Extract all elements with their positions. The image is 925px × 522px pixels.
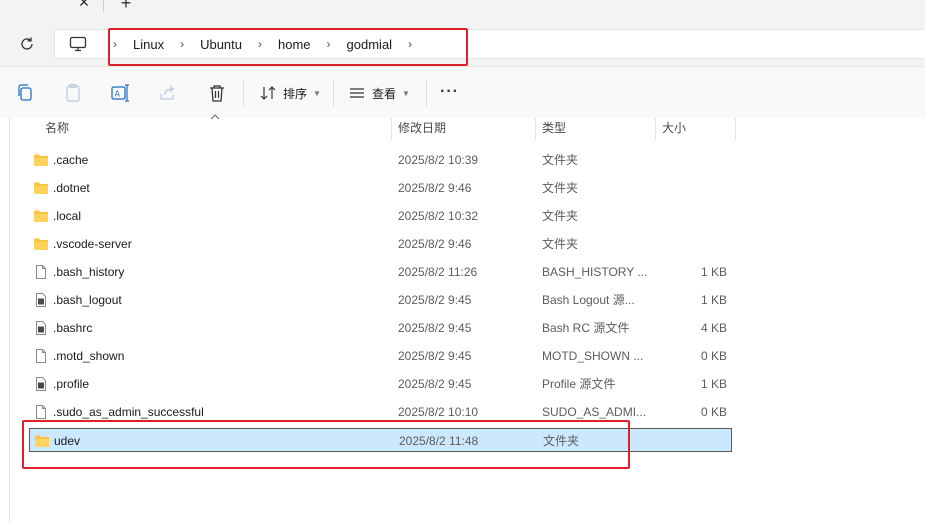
column-header-type[interactable]: 类型 xyxy=(542,118,566,140)
column-header-size[interactable]: 大小 xyxy=(662,118,686,140)
toolbar-divider xyxy=(243,79,244,107)
file-size: 0 KB xyxy=(700,405,727,419)
table-row[interactable]: .bashrc 2025/8/2 9:45 Bash RC 源文件 4 KB xyxy=(29,316,732,340)
file-modified-date: 2025/8/2 10:39 xyxy=(398,153,479,167)
file-name: .cache xyxy=(53,153,89,167)
file-modified-date: 2025/8/2 11:26 xyxy=(398,265,478,279)
file-modified-date: 2025/8/2 9:46 xyxy=(398,237,472,251)
file-size: 1 KB xyxy=(700,293,727,307)
file-type: 文件夹 xyxy=(542,153,579,167)
copy-icon[interactable] xyxy=(13,81,37,105)
file-size: 1 KB xyxy=(700,377,727,391)
file-type: 文件夹 xyxy=(542,237,579,251)
file-icon xyxy=(36,349,46,363)
view-label: 查看 xyxy=(372,86,397,101)
svg-text:A: A xyxy=(115,90,121,99)
column-divider[interactable] xyxy=(655,118,656,140)
column-divider[interactable] xyxy=(535,118,536,140)
file-icon xyxy=(36,405,46,419)
file-name: .bash_logout xyxy=(53,293,122,307)
sort-ascending-icon xyxy=(210,114,220,120)
file-type: BASH_HISTORY ... xyxy=(542,265,648,279)
folder-icon xyxy=(34,182,48,194)
source-file-icon xyxy=(36,293,46,307)
close-tab-icon[interactable]: ✕ xyxy=(76,0,92,10)
view-button[interactable]: 查看 ▼ xyxy=(348,81,410,105)
this-pc-icon[interactable] xyxy=(69,36,87,52)
folder-icon xyxy=(34,210,48,222)
column-divider[interactable] xyxy=(735,118,736,140)
source-file-icon xyxy=(36,377,46,391)
file-type: 文件夹 xyxy=(542,209,579,223)
table-row[interactable]: .motd_shown 2025/8/2 9:45 MOTD_SHOWN ... 0 … xyxy=(29,344,732,368)
table-row[interactable]: .bash_logout 2025/8/2 9:45 Bash Logout 源..… xyxy=(29,288,732,312)
chevron-down-icon: ▼ xyxy=(402,88,410,98)
file-modified-date: 2025/8/2 9:45 xyxy=(398,377,472,391)
file-name: .vscode-server xyxy=(53,237,132,251)
file-name: .dotnet xyxy=(53,181,90,195)
file-size xyxy=(670,429,728,453)
file-size xyxy=(669,204,727,228)
file-modified-date: 2025/8/2 9:45 xyxy=(398,349,472,363)
file-size xyxy=(669,232,727,256)
share-icon[interactable] xyxy=(156,81,180,105)
table-row[interactable]: .dotnet 2025/8/2 9:46 文件夹 xyxy=(29,176,732,200)
refresh-icon[interactable] xyxy=(17,34,37,54)
file-modified-date: 2025/8/2 10:32 xyxy=(398,209,479,223)
table-row[interactable]: .vscode-server 2025/8/2 9:46 文件夹 xyxy=(29,232,732,256)
selected-row-highlight-box xyxy=(22,420,630,469)
file-size xyxy=(669,148,727,172)
column-header-name[interactable]: 名称 xyxy=(45,118,69,140)
view-icon xyxy=(350,88,364,98)
table-row[interactable]: .local 2025/8/2 10:32 文件夹 xyxy=(29,204,732,228)
file-type: 文件夹 xyxy=(542,181,579,195)
file-type: Bash RC 源文件 xyxy=(542,321,630,335)
tab-strip: ✕ + xyxy=(0,0,925,22)
file-modified-date: 2025/8/2 9:46 xyxy=(398,181,472,195)
file-type: Bash Logout 源... xyxy=(542,293,635,307)
sort-button[interactable]: 排序 ▼ xyxy=(259,81,321,105)
file-modified-date: 2025/8/2 9:45 xyxy=(398,293,472,307)
pane-divider xyxy=(9,118,10,522)
table-row[interactable]: .profile 2025/8/2 9:45 Profile 源文件 1 KB xyxy=(29,372,732,396)
folder-icon xyxy=(34,238,48,250)
rename-icon[interactable]: A xyxy=(108,81,132,105)
file-name: .profile xyxy=(53,377,90,391)
new-tab-icon[interactable]: + xyxy=(117,0,135,12)
file-size: 1 KB xyxy=(700,265,727,279)
file-name: .bashrc xyxy=(53,321,93,335)
column-header-row: 名称 修改日期 类型 大小 xyxy=(0,114,925,140)
table-row[interactable]: .cache 2025/8/2 10:39 文件夹 xyxy=(29,148,732,172)
file-size: 0 KB xyxy=(700,349,727,363)
table-row[interactable]: .bash_history 2025/8/2 11:26 BASH_HISTORY … xyxy=(29,260,732,284)
sort-icon xyxy=(260,86,276,100)
source-file-icon xyxy=(36,321,46,335)
sort-label: 排序 xyxy=(283,86,308,101)
file-size xyxy=(669,176,727,200)
file-type: MOTD_SHOWN ... xyxy=(542,349,644,363)
folder-icon xyxy=(34,154,48,166)
more-options-icon[interactable]: ··· xyxy=(440,83,459,101)
command-bar: A 排序 ▼ 查看 ▼ ··· xyxy=(0,66,925,118)
column-divider[interactable] xyxy=(391,118,392,140)
file-type: Profile 源文件 xyxy=(542,377,616,391)
toolbar-divider xyxy=(426,79,427,107)
file-name: .motd_shown xyxy=(53,349,125,363)
toolbar-divider xyxy=(333,79,334,107)
file-size: 4 KB xyxy=(700,321,727,335)
tab-divider xyxy=(103,0,104,12)
delete-icon[interactable] xyxy=(205,81,229,105)
chevron-down-icon: ▼ xyxy=(313,88,321,98)
paste-icon[interactable] xyxy=(61,81,85,105)
address-highlight-box xyxy=(108,28,468,66)
file-name: .bash_history xyxy=(53,265,125,279)
file-icon xyxy=(36,265,46,279)
column-header-date[interactable]: 修改日期 xyxy=(398,118,446,140)
file-modified-date: 2025/8/2 9:45 xyxy=(398,321,472,335)
file-name: .local xyxy=(53,209,82,223)
